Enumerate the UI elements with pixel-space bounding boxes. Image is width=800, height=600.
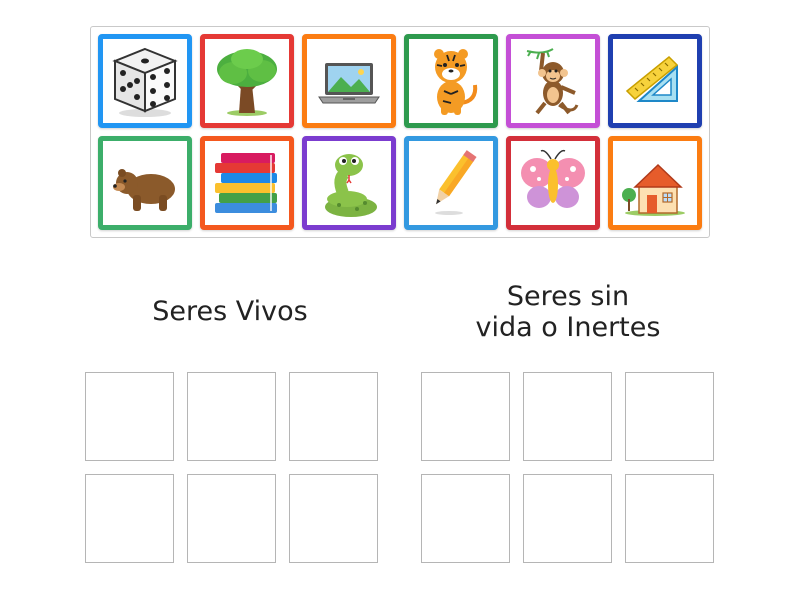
- dice-icon: [112, 47, 178, 117]
- tree-icon: [217, 49, 277, 116]
- tile-ruler[interactable]: [608, 34, 702, 128]
- tile-tree[interactable]: [200, 34, 294, 128]
- tile-books[interactable]: [200, 136, 294, 230]
- drop-slot-inert-6[interactable]: [625, 474, 714, 563]
- drop-slot-inert-2[interactable]: [523, 372, 612, 461]
- tile-tiger[interactable]: [404, 34, 498, 128]
- group-heading-inert-line1: Seres sin: [506, 281, 630, 312]
- tile-laptop[interactable]: [302, 34, 396, 128]
- tile-monkey[interactable]: [506, 34, 600, 128]
- drop-slot-living-5[interactable]: [187, 474, 276, 563]
- pencil-icon: [435, 150, 477, 215]
- group-heading-inert: Seres sin vida o Inertes: [428, 281, 708, 343]
- tile-snake[interactable]: [302, 136, 396, 230]
- group-heading-living: Seres Vivos: [110, 296, 350, 327]
- drop-slot-inert-5[interactable]: [523, 474, 612, 563]
- ruler-icon: [625, 55, 679, 102]
- drop-slot-living-1[interactable]: [85, 372, 174, 461]
- drop-slot-inert-4[interactable]: [421, 474, 510, 563]
- books-icon: [215, 153, 277, 213]
- bear-icon: [113, 169, 175, 211]
- group-heading-living-line1: Seres Vivos: [152, 296, 308, 327]
- tiger-icon: [434, 49, 478, 115]
- item-tray: [90, 26, 710, 238]
- tile-pencil[interactable]: [404, 136, 498, 230]
- tile-dice[interactable]: [98, 34, 192, 128]
- snake-icon: [325, 154, 377, 217]
- tile-butterfly[interactable]: [506, 136, 600, 230]
- drop-slot-living-6[interactable]: [289, 474, 378, 563]
- group-heading-inert-line2: vida o Inertes: [475, 312, 661, 343]
- laptop-icon: [318, 63, 380, 104]
- drop-slot-living-4[interactable]: [85, 474, 174, 563]
- tile-bear[interactable]: [98, 136, 192, 230]
- butterfly-icon: [513, 143, 593, 223]
- house-icon: [622, 163, 685, 216]
- drop-slot-living-3[interactable]: [289, 372, 378, 461]
- monkey-icon: [526, 48, 579, 115]
- drop-slot-inert-1[interactable]: [421, 372, 510, 461]
- drop-slot-living-2[interactable]: [187, 372, 276, 461]
- drop-slot-inert-3[interactable]: [625, 372, 714, 461]
- tile-house[interactable]: [608, 136, 702, 230]
